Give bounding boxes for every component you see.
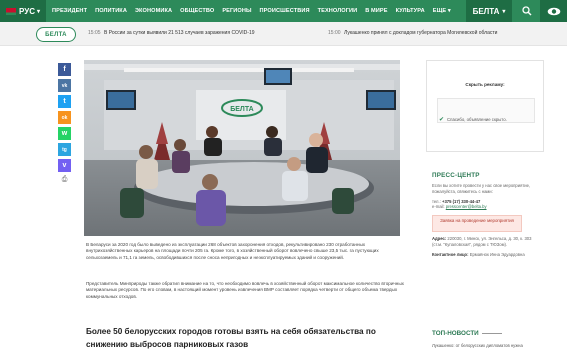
twitter-share-button[interactable]: t [58,95,71,108]
top-news-item[interactable]: Лукашенко: от белорусских дипломатов нуж… [432,343,542,348]
press-email-link[interactable]: presscenter@belta.by [446,204,487,209]
odnoklassniki-icon: ok [61,114,68,121]
hide-ad-title[interactable]: Скрыть рекламу: [427,82,543,87]
press-center-contact: Контактное лицо: Ермаёнок Инна Эдуардовн… [432,251,525,257]
ticker-headline[interactable]: В России за сутки выявили 21 513 случаев… [104,30,255,36]
article-photo: БЕЛТА [84,60,400,236]
svg-text:БЕЛТА: БЕЛТА [230,106,254,113]
telegram-icon: tg [62,146,67,153]
language-switcher[interactable]: РУС ▾ [0,0,46,22]
press-center-address: Адрес: 220030, г. Минск, ул. Энгельса, д… [432,236,532,247]
nav-item-politics[interactable]: ПОЛИТИКА [95,8,127,14]
print-icon: ⎙ [61,176,68,183]
telegram-share-button[interactable]: tg [58,143,71,156]
accessibility-button[interactable] [540,0,567,22]
belta-menu-button[interactable]: БЕЛТА ▾ [466,0,512,22]
ad-hidden-notice: ✔ Спасибо, объявление скрыто. [439,116,507,123]
nav-item-president[interactable]: ПРЕЗИДЕНТ [52,8,87,14]
language-label: РУС [19,6,35,16]
belta-button-label: БЕЛТА [472,6,500,16]
belarus-flag-icon [6,7,16,15]
nav-item-regions[interactable]: РЕГИОНЫ [222,8,251,14]
nav-item-technology[interactable]: ТЕХНОЛОГИИ [318,8,358,14]
press-center-heading: ПРЕСС-ЦЕНТР [432,172,480,179]
eye-icon [547,7,560,15]
search-button[interactable] [514,0,540,22]
nav-item-culture[interactable]: КУЛЬТУРА [396,8,425,14]
ticker-bar: БЕЛТА 15:05 В России за сутки выявили 21… [0,22,567,46]
logo-text: БЕЛТА [45,31,67,38]
ad-hidden-text: Спасибо, объявление скрыто. [447,117,507,122]
odnoklassniki-share-button[interactable]: ok [58,111,71,124]
print-button[interactable]: ⎙ [58,175,71,185]
press-conference-image: БЕЛТА [84,60,400,236]
share-buttons: f vk t ok w tg v ⎙ [58,63,72,185]
twitter-icon: t [63,98,66,105]
viber-share-button[interactable]: v [58,159,71,172]
facebook-icon: f [63,66,66,73]
nav-item-incidents[interactable]: ПРОИСШЕСТВИЯ [260,8,310,14]
facebook-share-button[interactable]: f [58,63,71,76]
ticker-time: 15:00 [328,30,341,36]
belta-logo[interactable]: БЕЛТА [36,27,76,42]
nav-menu: ПРЕЗИДЕНТ ПОЛИТИКА ЭКОНОМИКА ОБЩЕСТВО РЕ… [46,8,451,14]
chevron-down-icon: ▾ [502,8,506,15]
press-center-intro: Если вы хотите провести у нас свое мероп… [432,183,531,194]
press-center-phone: тел.: +375 (17) 330-44-47 e-mail: pressc… [432,198,487,210]
nav-item-more[interactable]: ЕЩЕ ▾ [433,8,451,14]
checkmark-icon: ✔ [439,117,445,123]
whatsapp-share-button[interactable]: w [58,127,71,140]
nav-item-society[interactable]: ОБЩЕСТВО [180,8,214,14]
article-paragraph: Представитель Минприроды также обратил в… [86,281,404,299]
press-center: ПРЕСС-ЦЕНТР Если вы хотите провести у на… [432,172,542,258]
article-paragraph: В Беларуси за 2020 год было выведено из … [86,242,379,260]
ad-block: Скрыть рекламу: ✔ Спасибо, объявление ск… [426,60,544,152]
vk-icon: vk [61,82,68,89]
ticker-time: 15:05 [88,30,101,36]
top-navigation: РУС ▾ ПРЕЗИДЕНТ ПОЛИТИКА ЭКОНОМИКА ОБЩЕС… [0,0,567,22]
viber-icon: v [62,162,67,169]
chevron-down-icon: ▾ [36,8,40,15]
whatsapp-icon: w [61,130,68,137]
top-news-heading: ТОП-НОВОСТИ [432,330,542,337]
article-subheading: Более 50 белорусских городов готовы взят… [86,327,376,349]
vk-share-button[interactable]: vk [58,79,71,92]
event-request-button[interactable]: Заявка на проведение мероприятия [432,215,522,233]
search-icon [522,6,532,16]
right-sidebar: Скрыть рекламу: ✔ Спасибо, объявление ск… [426,60,544,152]
nav-item-world[interactable]: В МИРЕ [365,8,387,14]
ticker-headline[interactable]: Лукашенко принял с докладом губернатора … [344,30,497,36]
top-news: ТОП-НОВОСТИ Лукашенко: от белорусских ди… [432,330,542,348]
nav-item-economy[interactable]: ЭКОНОМИКА [135,8,172,14]
